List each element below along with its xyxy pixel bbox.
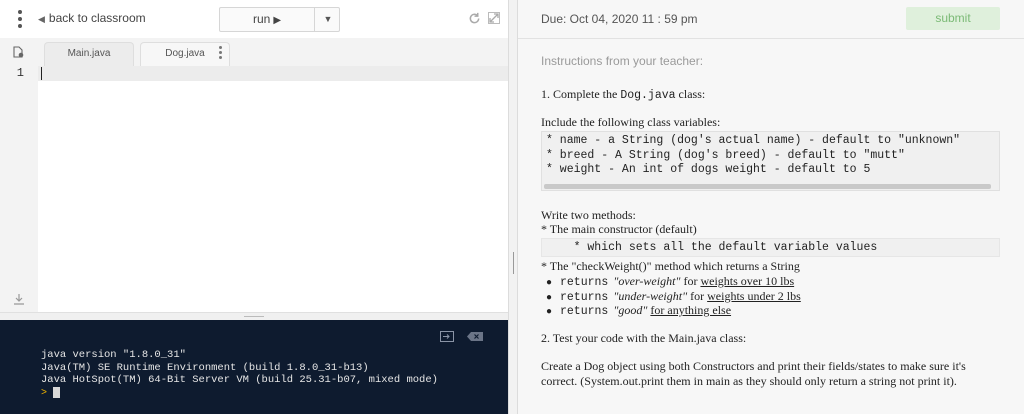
text-caret	[41, 67, 42, 80]
horizontal-scrollbar[interactable]	[544, 184, 991, 189]
back-to-classroom-link[interactable]: ◀ back to classroom	[38, 11, 146, 25]
run-options-chevron-down-icon[interactable]: ▼	[316, 8, 340, 31]
line-number: 1	[16, 66, 24, 80]
download-icon[interactable]	[13, 293, 25, 305]
return-connector: for	[687, 288, 708, 303]
code-line: * name - a String (dog's actual name) - …	[546, 134, 961, 147]
step-1-suffix: class:	[675, 87, 706, 101]
class-variables-code-block[interactable]: * name - a String (dog's actual name) - …	[541, 131, 1000, 191]
console-output[interactable]: java version "1.8.0_31" Java(TM) SE Runti…	[0, 320, 508, 414]
fullscreen-icon[interactable]	[488, 12, 500, 24]
returns-keyword: returns	[560, 290, 609, 304]
instructions-pane: Due: Oct 04, 2020 11 : 59 pm submit Inst…	[518, 0, 1024, 414]
step-2-text: 2. Test your code with the Main.java cla…	[541, 331, 747, 345]
check-weight-text: * The "checkWeight()" method which retur…	[541, 259, 800, 273]
create-dog-text: Create a Dog object using both Construct…	[541, 359, 966, 388]
step-1-prefix: 1. Complete the	[541, 87, 621, 101]
new-file-icon[interactable]	[12, 46, 24, 58]
returns-list: ● returns "over-weight" for weights over 1…	[541, 274, 801, 318]
clear-console-icon[interactable]	[467, 332, 483, 341]
code-line: * which sets all the default variable va…	[546, 241, 878, 254]
returns-keyword: returns	[560, 276, 609, 289]
return-connector: for	[680, 274, 701, 288]
constructor-text: * The main constructor (default)	[541, 222, 697, 236]
tab-dog-java[interactable]: Dog.java	[140, 42, 230, 66]
code-line: * weight - An int of dogs weight - defau…	[546, 163, 871, 176]
step-1-code: Dog.java	[620, 89, 676, 102]
submit-button[interactable]: submit	[906, 7, 1000, 30]
editor-pane: ◀ back to classroom run ▶ ▼ Main.java Dog.…	[0, 0, 508, 414]
console-lines: java version "1.8.0_31" Java(TM) SE Runti…	[41, 349, 438, 387]
return-condition: weights over 10 lbs	[700, 274, 795, 288]
console-line: java version "1.8.0_31"	[41, 349, 186, 361]
run-button-group: run ▶ ▼	[219, 7, 340, 32]
tab-main-java[interactable]: Main.java	[44, 42, 134, 66]
code-line: * breed - A String (dog's breed) - defau…	[546, 148, 905, 162]
console-cursor	[53, 387, 60, 398]
chevron-left-icon: ◀	[38, 14, 45, 24]
divider	[518, 38, 1024, 39]
menu-kebab-icon[interactable]	[14, 10, 26, 28]
return-value: "over-weight"	[613, 274, 681, 288]
run-button[interactable]: run ▶	[220, 8, 315, 31]
return-condition: for anything else	[650, 303, 732, 317]
code-block-content: * name - a String (dog's actual name) - …	[546, 134, 960, 178]
due-date: Due: Oct 04, 2020 11 : 59 pm	[541, 12, 698, 26]
editor-toolbar: ◀ back to classroom run ▶ ▼	[0, 0, 508, 38]
console-line: Java(TM) SE Runtime Environment (build 1…	[41, 361, 369, 374]
console-prompt: >	[41, 388, 48, 399]
pane-resize-handle[interactable]	[508, 0, 518, 414]
include-text: Include the following class variables:	[541, 115, 721, 129]
back-label: back to classroom	[48, 11, 146, 25]
step-1-text: 1. Complete the Dog.java class:	[541, 87, 705, 102]
console-line: Java HotSpot(TM) 64-Bit Server VM (build…	[41, 374, 438, 386]
tab-options-kebab-icon[interactable]	[219, 46, 223, 60]
list-item: ● returns "under-weight" for weights under…	[546, 288, 801, 304]
write-methods-text: Write two methods:	[541, 208, 636, 222]
returns-keyword: returns	[560, 305, 609, 318]
return-value: "good"	[613, 303, 648, 317]
line-gutter: 1	[0, 66, 38, 312]
return-value: "under-weight"	[613, 288, 688, 303]
active-line-highlight	[38, 66, 508, 81]
constructor-code-block: * which sets all the default variable va…	[541, 238, 1000, 257]
list-item: ● returns "good" for anything else	[546, 303, 732, 318]
return-condition: weights under 2 lbs	[707, 288, 801, 303]
instructions-heading: Instructions from your teacher:	[541, 54, 704, 68]
play-icon: ▶	[273, 15, 282, 26]
list-item: ● returns "over-weight" for weights over 1…	[546, 274, 795, 289]
console-resize-handle[interactable]	[0, 312, 508, 320]
console-input-icon[interactable]	[440, 331, 454, 342]
run-label: run	[252, 12, 271, 26]
file-tabs-bar: Main.java Dog.java	[0, 38, 508, 66]
refresh-icon[interactable]	[468, 12, 481, 25]
code-editor[interactable]: 1	[0, 66, 508, 312]
